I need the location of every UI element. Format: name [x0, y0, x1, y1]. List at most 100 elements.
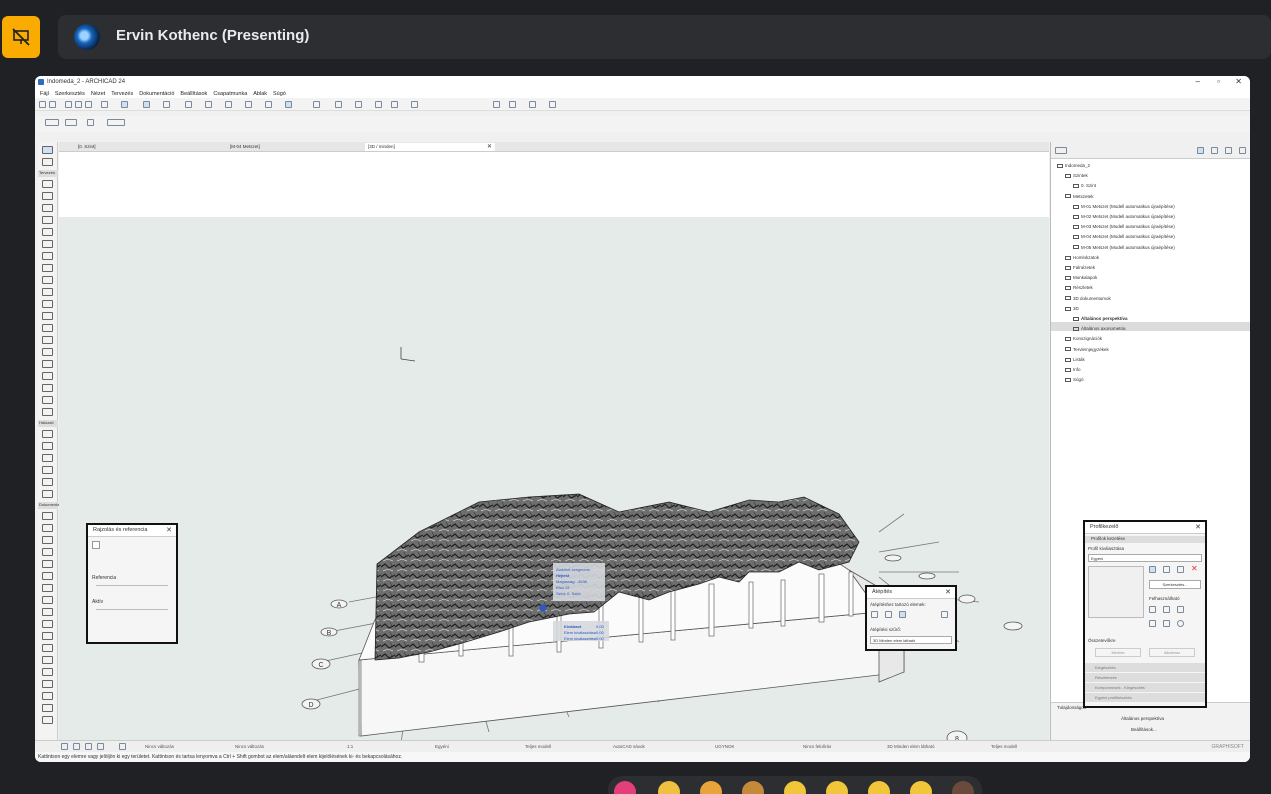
skylight-tool-icon[interactable]	[42, 312, 53, 320]
reference-slider[interactable]	[96, 585, 168, 586]
select-mode-icon[interactable]	[121, 101, 128, 108]
tab-3d[interactable]: [3D / minden] ✕	[365, 143, 495, 151]
arrow-icon[interactable]	[185, 101, 192, 108]
navigator-dropdown[interactable]	[1055, 147, 1067, 154]
arc-tool-icon[interactable]	[42, 584, 53, 592]
dimension-tool-icon[interactable]	[42, 512, 53, 520]
navigator-item[interactable]: Súgó	[1065, 377, 1084, 382]
folder-icon[interactable]	[941, 611, 948, 618]
label-tool-icon[interactable]	[42, 548, 53, 556]
wall-tool-icon[interactable]	[42, 180, 53, 188]
thumbs-down-icon[interactable]	[952, 781, 974, 794]
opening-tool-icon[interactable]	[42, 384, 53, 392]
navigator-item[interactable]: Általános axonometria	[1073, 326, 1126, 331]
status-item[interactable]: AutoCAD sávok	[613, 744, 645, 749]
view-3d-icon[interactable]	[285, 101, 292, 108]
navigator-item[interactable]: Falnézetek	[1065, 265, 1095, 270]
tab-floor-plan[interactable]: [0. Szint]	[75, 143, 99, 151]
polyline-tool-icon[interactable]	[42, 596, 53, 604]
pointer-dropdown[interactable]	[107, 119, 125, 126]
menu-options[interactable]: Beállítások	[180, 91, 207, 97]
lock-icon[interactable]	[375, 101, 382, 108]
eyedropper-icon[interactable]	[65, 101, 72, 108]
navigator-item[interactable]: 3D	[1065, 306, 1079, 311]
navigator-item[interactable]: Listák	[1065, 357, 1085, 362]
spline-tool-icon[interactable]	[42, 716, 53, 724]
laughing-face-icon[interactable]	[784, 781, 806, 794]
navigator-item[interactable]: Homlokzatok	[1065, 255, 1099, 260]
pen-set-dropdown[interactable]	[45, 119, 59, 126]
profile-apply-button[interactable]: Alkalmaz	[1149, 648, 1195, 657]
roof-tool-icon[interactable]	[42, 228, 53, 236]
panel-tool-icon[interactable]	[42, 408, 53, 416]
frame-tool-icon[interactable]	[42, 396, 53, 404]
zoom-in-icon[interactable]	[73, 743, 80, 750]
book-icon[interactable]	[529, 101, 536, 108]
navigator-item[interactable]: M-02 Metszet (Modell automatikus újraépí…	[1073, 214, 1175, 219]
line-tool-icon[interactable]	[42, 572, 53, 580]
drawing-tool-icon[interactable]	[42, 608, 53, 616]
grid-icon[interactable]	[163, 101, 170, 108]
navigator-item[interactable]: M-01 Metszet (Modell automatikus újraépí…	[1073, 204, 1175, 209]
pen-icon[interactable]	[85, 101, 92, 108]
navigator-item[interactable]: Részletek	[1065, 285, 1093, 290]
navigator-item[interactable]: M-04 Metszet (Modell automatikus újraépí…	[1073, 234, 1175, 239]
renovation-filter-select[interactable]: 3D Minden elem látható	[870, 636, 952, 644]
3d-model-svg[interactable]: A B C D 1 2 3 4 5 6 7 8	[59, 152, 1049, 740]
existing-icon[interactable]	[871, 611, 878, 618]
navigator-item[interactable]: 0. Szint	[1073, 183, 1096, 188]
menu-document[interactable]: Dokumentáció	[139, 91, 174, 97]
hand-icon[interactable]	[87, 119, 94, 126]
close-button[interactable]: ✕	[1235, 77, 1242, 86]
beam-tool-icon[interactable]	[42, 204, 53, 212]
menu-window[interactable]: Ablak	[253, 91, 267, 97]
navigator-item[interactable]: M-05 Metszet (Modell automatikus újraépí…	[1073, 245, 1175, 250]
status-item[interactable]: Nincs változás	[235, 744, 264, 749]
navigator-item[interactable]: Metszetek	[1065, 194, 1094, 199]
status-item[interactable]: Teljes modell	[525, 744, 551, 749]
tab-close-icon[interactable]: ✕	[487, 143, 492, 150]
profile-edit-button[interactable]: Szerkesztés...	[1149, 580, 1201, 589]
crying-laughing-face-icon[interactable]	[868, 781, 890, 794]
routing-tool-icon[interactable]	[42, 478, 53, 486]
navigator-item[interactable]: Indomeda_2	[1057, 163, 1090, 168]
render-icon[interactable]	[493, 101, 500, 108]
table-icon[interactable]	[245, 101, 252, 108]
change-tool-icon[interactable]	[42, 668, 53, 676]
zone-tool-icon[interactable]	[42, 336, 53, 344]
demolish-icon[interactable]	[885, 611, 892, 618]
profile-row-4[interactable]: Egyéni profilkészítés	[1085, 693, 1205, 702]
section-tool-icon[interactable]	[42, 620, 53, 628]
door-tool-icon[interactable]	[42, 288, 53, 296]
menu-file[interactable]: Fájl	[40, 91, 49, 97]
marquee-tool-icon[interactable]	[42, 158, 53, 166]
new-icon[interactable]	[899, 611, 906, 618]
menu-design[interactable]: Tervezés	[111, 91, 133, 97]
status-item[interactable]: 1:1	[347, 744, 353, 749]
profile-palette-close-icon[interactable]: ✕	[1195, 523, 1201, 531]
profile-new-icon[interactable]	[1149, 566, 1156, 573]
profile-object-icon[interactable]	[1163, 620, 1170, 627]
clapping-hands-icon[interactable]	[742, 781, 764, 794]
elevation-tool-icon[interactable]	[42, 632, 53, 640]
object-tool-icon[interactable]	[42, 324, 53, 332]
gravity-dropdown[interactable]	[65, 119, 77, 126]
trim-icon[interactable]	[355, 101, 362, 108]
maximize-button[interactable]: ▫	[1217, 77, 1220, 86]
detail-tool-icon[interactable]	[42, 644, 53, 652]
building-model[interactable]	[358, 493, 905, 737]
grid-tool-icon[interactable]	[42, 680, 53, 688]
circle-tool-icon[interactable]	[42, 704, 53, 712]
navigator-item[interactable]: Konszignációk	[1065, 336, 1102, 341]
flexible-tool-icon[interactable]	[42, 490, 53, 498]
menu-teamwork[interactable]: Csapatmunka	[213, 91, 247, 97]
view-map-icon[interactable]	[1211, 147, 1218, 154]
hotspot-tool-icon[interactable]	[42, 692, 53, 700]
filter-icon[interactable]	[549, 101, 556, 108]
orbit-icon[interactable]	[97, 743, 104, 750]
thinking-face-icon[interactable]	[910, 781, 932, 794]
mesh-tool-icon[interactable]	[42, 252, 53, 260]
menu-edit[interactable]: Szerkesztés	[55, 91, 85, 97]
profile-rename-icon[interactable]	[1177, 566, 1184, 573]
measure-icon[interactable]	[313, 101, 320, 108]
